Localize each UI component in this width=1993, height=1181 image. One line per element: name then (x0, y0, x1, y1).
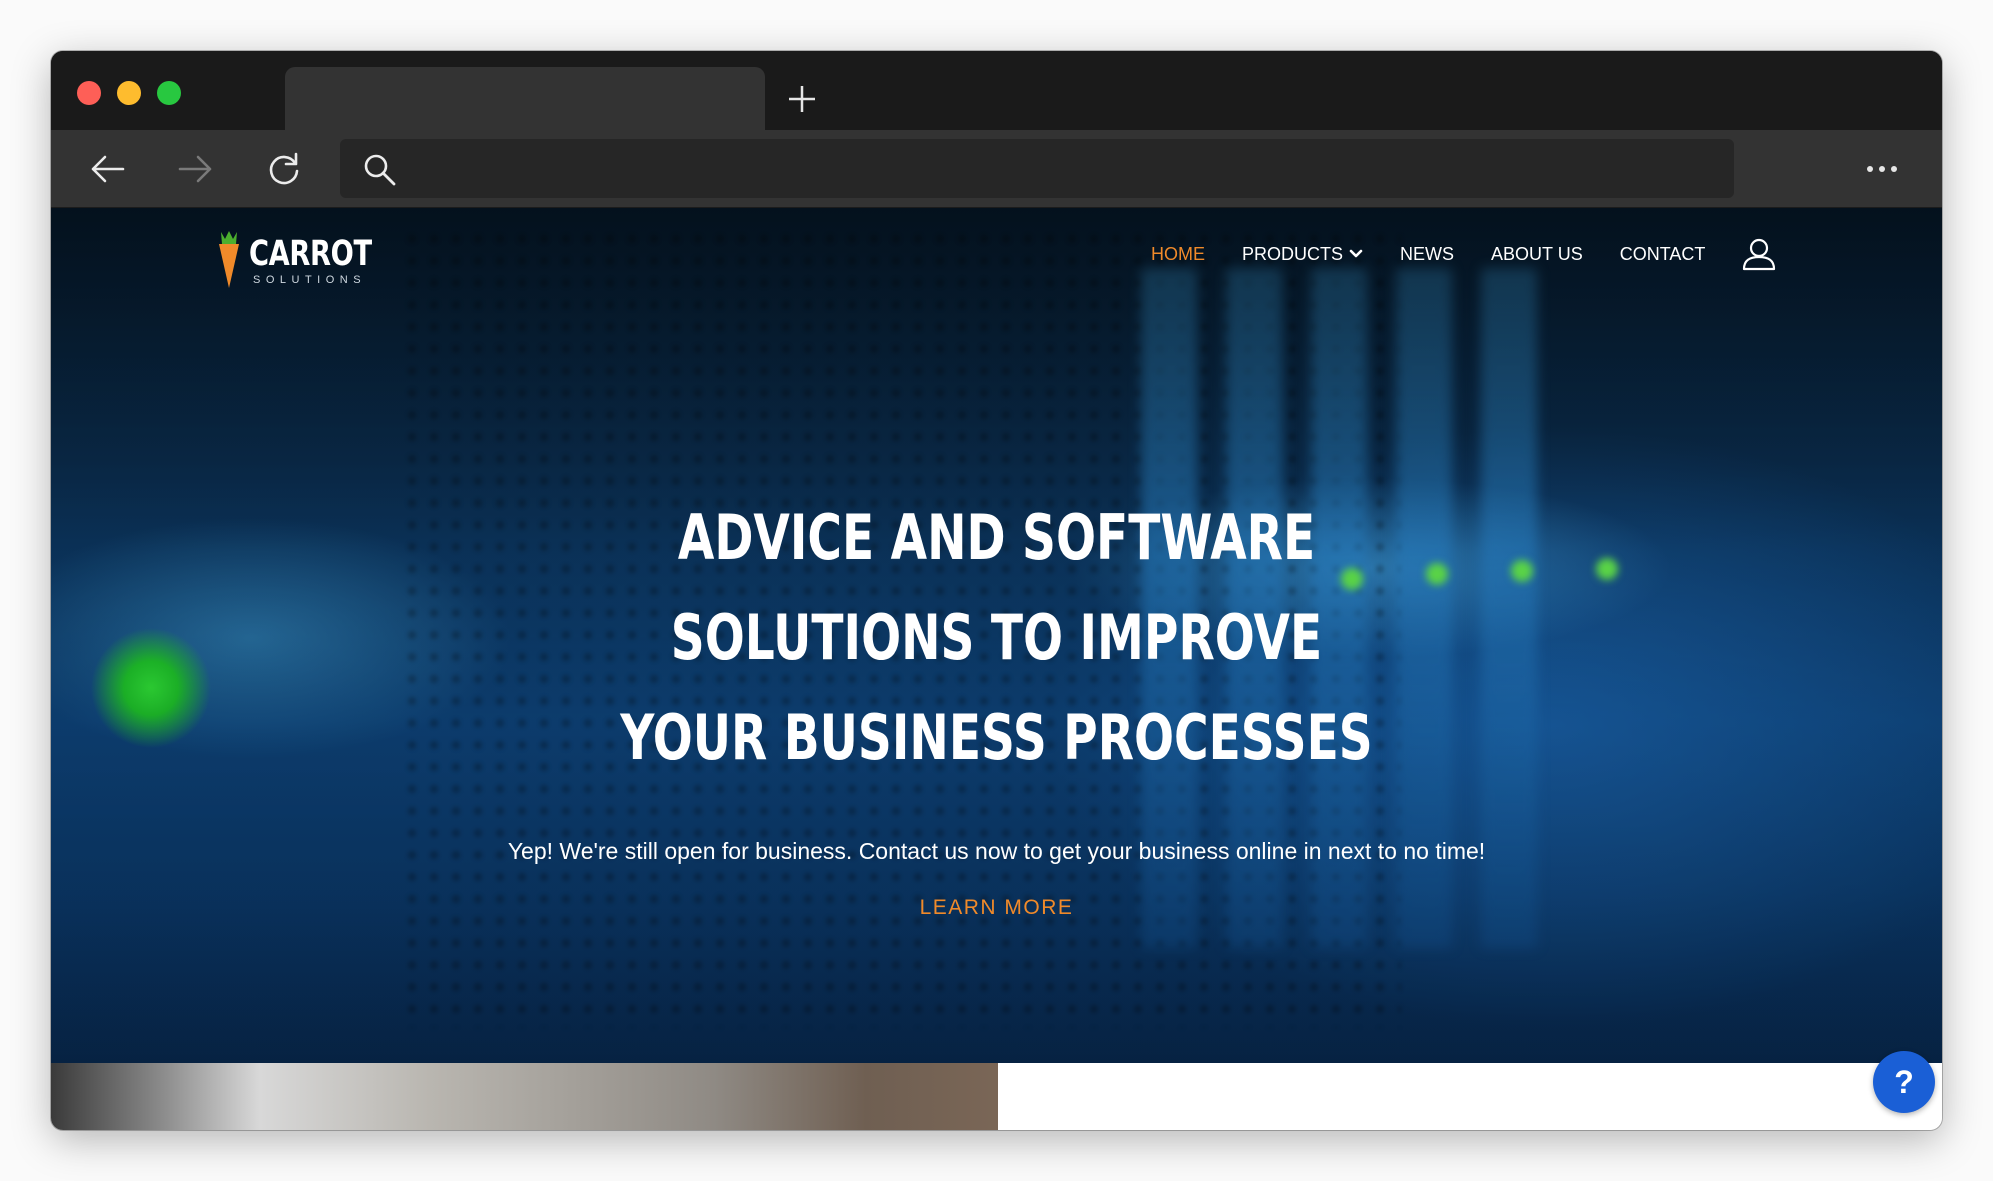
feature-panel (998, 1063, 1942, 1130)
nav-news[interactable]: NEWS (1400, 244, 1454, 265)
carrot-logo-icon (219, 231, 239, 288)
site-logo[interactable]: CARROT SOLUTIONS (217, 228, 377, 290)
logo-wordmark: CARROT (249, 234, 372, 274)
minimize-window-button[interactable] (117, 81, 141, 105)
logo-tagline: SOLUTIONS (253, 274, 367, 286)
nav-news-label: NEWS (1400, 243, 1455, 264)
learn-more-link[interactable]: LEARN MORE (920, 896, 1074, 919)
hero-headline-line-2: SOLUTIONS TO IMPROVE (670, 601, 1323, 674)
browser-toolbar (51, 130, 1942, 207)
nav-contact[interactable]: CONTACT (1620, 244, 1706, 265)
hero-headline-line-1: ADVICE AND SOFTWARE (677, 501, 1316, 574)
feature-image (51, 1063, 998, 1130)
close-window-button[interactable] (77, 81, 101, 105)
desktop-background: CARROT SOLUTIONS HOME PRODUCTS NEWS ABOU… (0, 0, 1993, 1181)
chevron-down-icon (1349, 249, 1363, 258)
hero-section: CARROT SOLUTIONS HOME PRODUCTS NEWS ABOU… (51, 208, 1942, 1063)
nav-about-us[interactable]: ABOUT US (1491, 244, 1583, 265)
nav-products-label: PRODUCTS (1242, 243, 1344, 264)
page-viewport: CARROT SOLUTIONS HOME PRODUCTS NEWS ABOU… (51, 208, 1942, 1130)
user-icon[interactable] (1742, 237, 1776, 271)
nav-contact-label: CONTACT (1619, 243, 1706, 264)
nav-home-label: HOME (1151, 243, 1205, 264)
nav-products[interactable]: PRODUCTS (1242, 244, 1363, 265)
address-input[interactable] (410, 139, 1710, 198)
help-button[interactable]: ? (1873, 1051, 1935, 1113)
nav-about-label: ABOUT US (1491, 243, 1583, 264)
maximize-window-button[interactable] (157, 81, 181, 105)
more-horizontal-icon[interactable] (1862, 154, 1902, 184)
address-bar[interactable] (340, 139, 1734, 198)
search-icon (362, 152, 398, 188)
hero-headline: ADVICE AND SOFTWARE SOLUTIONS TO IMPROVE… (51, 488, 1942, 788)
hero-subtext: Yep! We're still open for business. Cont… (507, 838, 1486, 864)
learn-more-row: LEARN MORE (51, 896, 1942, 920)
browser-tab[interactable] (285, 67, 765, 130)
tab-strip (51, 51, 1942, 130)
arrow-left-icon[interactable] (87, 149, 127, 189)
browser-window: CARROT SOLUTIONS HOME PRODUCTS NEWS ABOU… (51, 51, 1942, 1130)
plus-icon[interactable] (784, 81, 820, 117)
site-nav: HOME PRODUCTS NEWS ABOUT US CONTACT (1151, 237, 1776, 271)
hero-headline-line-3: YOUR BUSINESS PROCESSES (620, 701, 1373, 774)
nav-home[interactable]: HOME (1151, 244, 1205, 265)
reload-icon[interactable] (264, 149, 304, 189)
arrow-right-icon[interactable] (176, 149, 216, 189)
